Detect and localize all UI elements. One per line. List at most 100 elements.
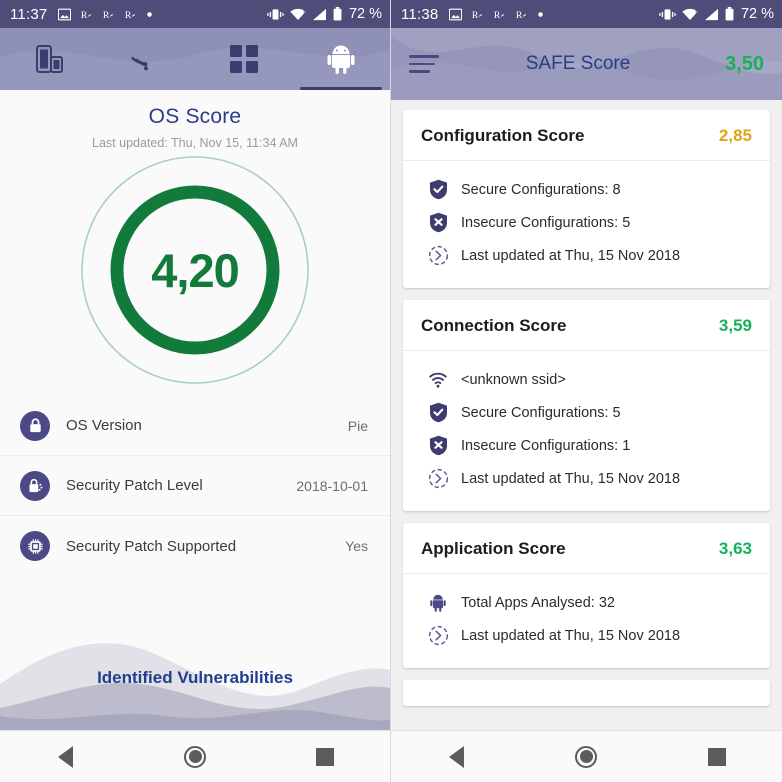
page-title: SAFE Score — [525, 53, 631, 74]
image-icon — [449, 8, 463, 21]
home-icon — [575, 745, 598, 768]
card-header: Configuration Score 2,85 — [403, 110, 770, 161]
home-button[interactable] — [165, 745, 225, 768]
card-header: Connection Score 3,59 — [403, 300, 770, 351]
signal-icon — [704, 8, 719, 21]
list-item: Secure Configurations: 8 — [421, 173, 752, 206]
card-title: Connection Score — [421, 316, 567, 335]
battery-icon — [725, 7, 734, 21]
android-nav-bar — [0, 730, 390, 782]
lock-patch-icon — [20, 470, 50, 501]
card-header: Application Score 3,63 — [403, 523, 770, 574]
svg-text:R: R — [103, 9, 110, 20]
left-phone-screen: 11:37 R R R 72 % OS Score Last updated: … — [0, 0, 391, 782]
right-phone-screen: 11:38 R R R 72 % SAFE Score 3,50 Configu… — [391, 0, 782, 782]
battery-icon — [333, 7, 342, 21]
wifi-icon — [290, 8, 306, 21]
android-nav-bar — [391, 730, 782, 782]
clock-history-icon — [421, 625, 455, 646]
roaming-icon: R — [80, 8, 93, 21]
status-bar: 11:38 R R R 72 % — [391, 0, 782, 28]
card-score: 2,85 — [718, 126, 752, 145]
shield-check-icon — [421, 179, 455, 200]
image-icon — [58, 8, 72, 21]
sidebar-item-wifi[interactable] — [98, 28, 196, 90]
os-detail-list: OS Version Pie Security Patch Level 2018… — [0, 396, 390, 576]
home-icon — [184, 745, 206, 768]
card-configuration-score[interactable]: Configuration Score 2,85 Secure Configur… — [403, 110, 770, 288]
card-connection-score[interactable]: Connection Score 3,59 <unknown ssid> Sec… — [403, 300, 770, 511]
lock-icon — [20, 410, 50, 441]
svg-text:R: R — [125, 9, 132, 20]
back-button[interactable] — [35, 745, 95, 768]
battery-percent: 72 % — [740, 6, 774, 22]
card-application-score[interactable]: Application Score 3,63 Total Apps Analys… — [403, 523, 770, 668]
score-gauge-wrapper: 4,20 — [0, 146, 390, 394]
svg-text:R: R — [516, 9, 523, 20]
recents-icon — [316, 747, 334, 766]
grid-icon — [229, 44, 259, 74]
list-item-value: 2018-10-01 — [296, 477, 368, 494]
card-body: Total Apps Analysed: 32 Last updated at … — [403, 574, 770, 668]
sidebar-item-android[interactable] — [293, 28, 391, 90]
list-item-label: Total Apps Analysed: 32 — [461, 594, 615, 611]
list-item[interactable]: Security Patch Level 2018-10-01 — [0, 456, 390, 516]
list-item-label: Secure Configurations: 8 — [461, 181, 621, 198]
list-item[interactable]: Security Patch Supported Yes — [0, 516, 390, 576]
status-system-icons: 72 % — [267, 6, 382, 22]
list-item: Last updated at Thu, 15 Nov 2018 — [421, 619, 752, 652]
back-icon — [448, 745, 464, 768]
card-body: <unknown ssid> Secure Configurations: 5 … — [403, 351, 770, 511]
list-item-label: OS Version — [66, 417, 142, 434]
list-item-label: Insecure Configurations: 5 — [461, 214, 631, 231]
svg-text:R: R — [472, 9, 479, 20]
list-item: Last updated at Thu, 15 Nov 2018 — [421, 239, 752, 272]
wifi-icon — [129, 46, 163, 73]
card-title: Configuration Score — [421, 126, 585, 145]
list-item[interactable]: OS Version Pie — [0, 396, 390, 456]
status-notification-icons: R R R — [449, 8, 544, 21]
score-gauge: 4,20 — [79, 154, 311, 386]
vibrate-icon — [267, 8, 284, 21]
recents-button[interactable] — [687, 747, 747, 766]
safe-score-value: 3,50 — [725, 52, 764, 75]
svg-text:R: R — [81, 9, 88, 20]
chip-icon — [20, 531, 50, 561]
card-next-partial[interactable] — [403, 680, 770, 706]
shield-x-icon — [421, 435, 455, 456]
list-item-label: <unknown ssid> — [461, 371, 566, 388]
list-item: Insecure Configurations: 1 — [421, 429, 752, 462]
status-notification-icons: R R R — [58, 8, 153, 21]
recents-button[interactable] — [295, 747, 355, 766]
list-item: Insecure Configurations: 5 — [421, 206, 752, 239]
roaming-icon: R — [471, 8, 484, 21]
home-button[interactable] — [556, 745, 616, 768]
list-item-label: Security Patch Supported — [66, 537, 237, 555]
list-item: <unknown ssid> — [421, 363, 752, 396]
list-item-label: Last updated at Thu, 15 Nov 2018 — [461, 247, 681, 264]
back-button[interactable] — [426, 745, 486, 768]
gauge-value: 4,20 — [151, 243, 239, 297]
score-cards-list[interactable]: Configuration Score 2,85 Secure Configur… — [391, 100, 782, 730]
dot-icon — [146, 11, 153, 18]
card-score: 3,59 — [718, 316, 752, 335]
sidebar-item-devices[interactable] — [0, 28, 98, 90]
list-item-label: Secure Configurations: 5 — [461, 404, 621, 421]
list-item-value: Yes — [345, 538, 368, 554]
wifi-icon — [421, 371, 455, 388]
vulnerabilities-banner[interactable]: Identified Vulnerabilities — [0, 612, 390, 730]
svg-text:R: R — [494, 9, 501, 20]
android-icon — [327, 44, 355, 74]
android-icon — [421, 593, 455, 612]
list-item-label: Insecure Configurations: 1 — [461, 437, 631, 454]
wifi-icon — [682, 8, 698, 21]
sidebar-item-apps[interactable] — [195, 28, 293, 90]
list-item: Total Apps Analysed: 32 — [421, 586, 752, 619]
roaming-icon: R — [102, 8, 115, 21]
status-time: 11:37 — [10, 5, 48, 23]
status-bar: 11:37 R R R 72 % — [0, 0, 390, 28]
list-item-value: Pie — [347, 417, 368, 434]
list-item: Secure Configurations: 5 — [421, 396, 752, 429]
clock-history-icon — [421, 245, 455, 266]
dual-screenshot: 11:37 R R R 72 % OS Score Last updated: … — [0, 0, 782, 782]
